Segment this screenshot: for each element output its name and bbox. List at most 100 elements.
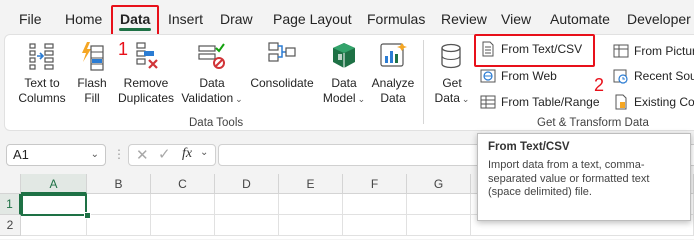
select-all-corner[interactable] <box>0 174 21 194</box>
enter-check-icon[interactable]: ✓ <box>158 145 171 163</box>
text-to-columns-button[interactable]: Text to Columns <box>16 40 68 106</box>
fill-handle[interactable] <box>84 212 91 219</box>
consolidate-button[interactable]: Consolidate <box>248 40 316 91</box>
column-header[interactable]: A <box>21 174 87 194</box>
clock-icon <box>613 68 629 84</box>
analyze-data-icon <box>378 40 408 72</box>
cell[interactable] <box>151 194 215 215</box>
row-header[interactable]: 2 <box>0 215 21 236</box>
data-model-label-1: Data <box>331 76 357 90</box>
data-validation-label-2: Validation <box>181 91 234 105</box>
cell[interactable] <box>279 215 343 236</box>
globe-icon <box>480 68 496 84</box>
column-header[interactable]: G <box>407 174 471 194</box>
cell[interactable] <box>407 215 471 236</box>
analyze-data-label-2: Data <box>380 91 406 105</box>
from-web-button[interactable]: From Web <box>480 68 557 84</box>
step-2-annotation: 2 <box>594 75 605 95</box>
picture-icon <box>613 43 629 59</box>
from-picture-button[interactable]: From Pictur <box>613 43 694 59</box>
analyze-data-label-1: Analyze <box>371 76 415 90</box>
cell[interactable] <box>343 194 407 215</box>
tab-file[interactable]: File <box>19 11 42 27</box>
consolidate-icon <box>267 40 297 72</box>
cell[interactable] <box>279 194 343 215</box>
text-to-columns-icon <box>27 40 57 72</box>
get-data-icon <box>437 40 467 72</box>
data-validation-icon <box>197 40 227 72</box>
tab-draw[interactable]: Draw <box>220 11 253 27</box>
chevron-down-icon[interactable]: ⌄ <box>200 147 208 158</box>
menu-bar: File Home Data Insert Draw Page Layout F… <box>0 0 694 36</box>
recent-sources-label: Recent Sour <box>634 69 694 83</box>
cell[interactable] <box>215 215 279 236</box>
analyze-data-button[interactable]: Analyze Data <box>370 40 416 106</box>
remove-duplicates-button[interactable]: Remove Duplicates <box>116 40 176 106</box>
tab-review[interactable]: Review <box>441 11 487 27</box>
connections-icon <box>613 94 629 110</box>
cancel-icon[interactable]: ✕ <box>136 146 149 164</box>
data-tools-group-label: Data Tools <box>189 117 244 129</box>
tooltip-body: Import data from a text, comma-separated… <box>488 159 650 198</box>
name-box[interactable]: A1 ⌄ <box>6 144 106 166</box>
tab-formulas[interactable]: Formulas <box>367 11 425 27</box>
name-box-value: A1 <box>13 147 29 162</box>
tooltip-title: From Text/CSV <box>488 141 570 153</box>
get-transform-group-label: Get & Transform Data <box>537 117 649 129</box>
recent-sources-button[interactable]: Recent Sour <box>613 68 694 84</box>
cell[interactable] <box>87 215 151 236</box>
chevron-down-icon[interactable]: ⌄ <box>91 145 99 165</box>
column-header[interactable]: D <box>215 174 279 194</box>
flash-fill-label-1: Flash <box>77 76 107 90</box>
cell[interactable] <box>151 215 215 236</box>
cell[interactable] <box>21 215 87 236</box>
cell[interactable] <box>215 194 279 215</box>
cell[interactable] <box>87 194 151 215</box>
data-validation-button[interactable]: Data Validation ⌄ <box>178 40 246 107</box>
active-cell[interactable] <box>21 194 87 216</box>
existing-connections-button[interactable]: Existing Co <box>613 94 694 110</box>
get-data-button[interactable]: Get Data ⌄ <box>432 40 472 107</box>
flash-fill-button[interactable]: Flash Fill <box>72 40 112 106</box>
get-data-label-1: Get <box>442 76 462 90</box>
group-separator <box>423 40 424 124</box>
tab-view[interactable]: View <box>501 11 531 27</box>
tab-insert[interactable]: Insert <box>168 11 203 27</box>
consolidate-label: Consolidate <box>250 76 314 90</box>
tooltip: From Text/CSV Import data from a text, c… <box>477 133 691 221</box>
remove-duplicates-icon <box>131 40 161 72</box>
data-model-label-2: Model <box>322 91 356 105</box>
cell[interactable] <box>343 215 407 236</box>
table-icon <box>480 94 496 110</box>
chevron-down-icon: ⌄ <box>461 94 470 104</box>
column-header[interactable]: F <box>343 174 407 194</box>
column-header[interactable]: C <box>151 174 215 194</box>
tab-developer[interactable]: Developer <box>627 11 691 27</box>
text-to-columns-label-1: Text to <box>24 76 60 90</box>
get-data-label-2: Data <box>434 91 460 105</box>
tab-page-layout[interactable]: Page Layout <box>273 11 352 27</box>
column-header[interactable]: B <box>87 174 151 194</box>
from-web-label: From Web <box>501 69 557 83</box>
from-text-csv-highlight-box <box>474 34 595 67</box>
more-options-icon[interactable]: ⋮ <box>113 147 125 161</box>
row-header[interactable]: 1 <box>0 194 21 215</box>
chevron-down-icon: ⌄ <box>357 94 366 104</box>
text-to-columns-label-2: Columns <box>18 91 66 105</box>
existing-connections-label: Existing Co <box>634 95 694 109</box>
data-validation-label-1: Data <box>199 76 225 90</box>
column-header[interactable]: E <box>279 174 343 194</box>
cell[interactable] <box>407 194 471 215</box>
remove-duplicates-label-1: Remove <box>123 76 169 90</box>
from-table-range-label: From Table/Range <box>501 95 600 109</box>
insert-function-icon[interactable]: fx <box>182 146 192 162</box>
tab-home[interactable]: Home <box>65 11 102 27</box>
tab-automate[interactable]: Automate <box>550 11 610 27</box>
flash-fill-label-2: Fill <box>84 91 100 105</box>
remove-duplicates-label-2: Duplicates <box>117 91 175 105</box>
chevron-down-icon: ⌄ <box>235 94 243 104</box>
data-model-button[interactable]: Data Model ⌄ <box>318 40 370 107</box>
from-picture-label: From Pictur <box>634 44 694 58</box>
from-table-range-button[interactable]: From Table/Range <box>480 94 600 110</box>
formula-actions: ✕ ✓ fx ⌄ <box>128 144 216 166</box>
